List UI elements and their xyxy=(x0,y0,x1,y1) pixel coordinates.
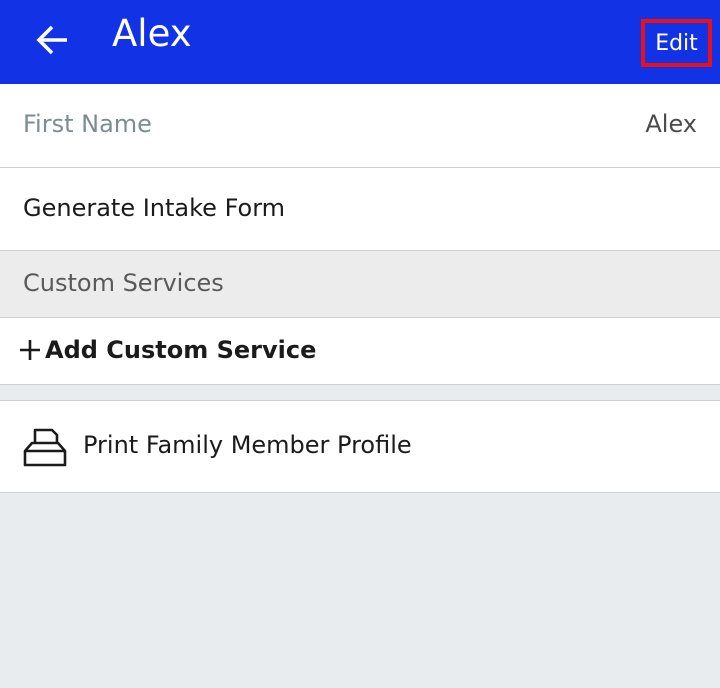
generate-intake-form-label: Generate Intake Form xyxy=(23,194,286,222)
edit-button[interactable]: Edit xyxy=(641,19,712,67)
page-title: Alex xyxy=(112,12,192,55)
first-name-row: First Name Alex xyxy=(0,84,720,168)
app-header: Alex Edit xyxy=(0,0,720,84)
add-custom-service-button[interactable]: Add Custom Service xyxy=(0,318,720,385)
print-family-member-profile-label: Print Family Member Profile xyxy=(83,431,412,459)
custom-services-section-header: Custom Services xyxy=(0,251,720,318)
first-name-value: Alex xyxy=(645,110,697,138)
edit-button-label: Edit xyxy=(655,30,698,56)
arrow-left-icon xyxy=(36,25,67,55)
print-family-member-profile-row[interactable]: Print Family Member Profile xyxy=(0,400,720,493)
app-root: Alex Edit First Name Alex Generate Intak… xyxy=(0,0,720,688)
custom-services-label: Custom Services xyxy=(23,269,224,297)
add-custom-service-label: Add Custom Service xyxy=(45,336,317,364)
printer-icon xyxy=(22,427,68,467)
plus-icon xyxy=(18,336,42,364)
back-button[interactable] xyxy=(30,18,76,62)
first-name-label: First Name xyxy=(23,110,152,138)
generate-intake-form-row[interactable]: Generate Intake Form xyxy=(0,168,720,251)
